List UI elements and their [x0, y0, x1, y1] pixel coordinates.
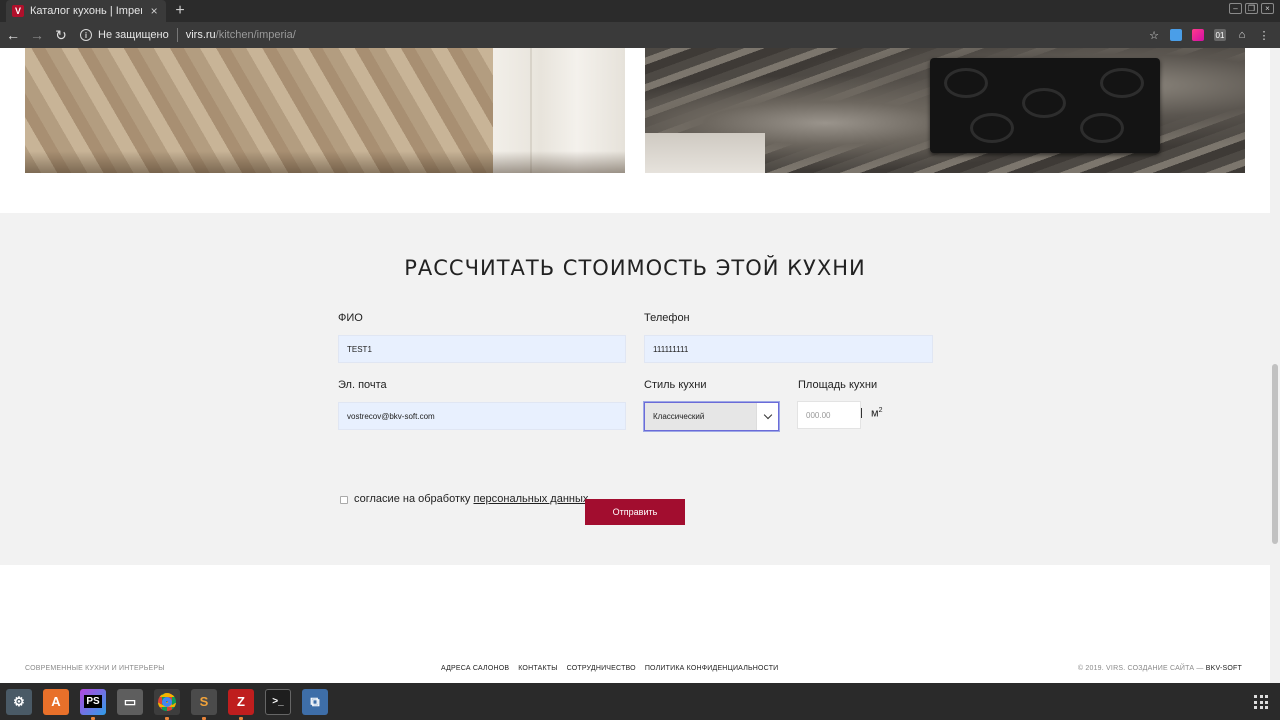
area-input[interactable]: 000.00	[797, 401, 861, 429]
browser-tab[interactable]: V Каталог кухонь | Imperia ×	[6, 0, 166, 22]
browser-tab-bar: V Каталог кухонь | Imperia × + – ❐ ×	[0, 0, 1280, 22]
area-label: Площадь кухни	[798, 379, 878, 391]
page-scrollbar[interactable]	[1270, 48, 1280, 683]
sublime-app-icon[interactable]: S	[191, 688, 217, 720]
footer-link-privacy[interactable]: ПОЛИТИКА КОНФИДЕНЦИАЛЬНОСТИ	[645, 665, 779, 672]
fio-label: ФИО	[338, 312, 363, 324]
text-cursor-icon	[861, 408, 867, 418]
style-label: Стиль кухни	[644, 379, 707, 391]
kitchen-photo-floor	[25, 48, 625, 173]
footer-tagline: СОВРЕМЕННЫЕ КУХНИ И ИНТЕРЬЕРЫ	[25, 665, 165, 672]
close-window-icon[interactable]: ×	[1261, 3, 1274, 14]
info-icon[interactable]: i	[80, 29, 92, 41]
toolbar-actions: ☆ 01 ⌂ ⋮	[1148, 29, 1270, 42]
gas-cooktop	[930, 58, 1160, 153]
burner	[970, 113, 1014, 143]
minimize-icon[interactable]: –	[1229, 3, 1242, 14]
area-unit: м2	[871, 407, 883, 420]
consent-checkbox[interactable]	[340, 496, 348, 504]
kitchen-photo-cooktop	[645, 48, 1245, 173]
phone-label: Телефон	[644, 312, 690, 324]
network-app-icon[interactable]: ⧉	[302, 688, 328, 715]
tab-title: Каталог кухонь | Imperia	[30, 5, 143, 17]
floor-shadow	[25, 151, 625, 173]
extension-3-icon[interactable]: 01	[1214, 29, 1226, 41]
window-controls: – ❐ ×	[1229, 3, 1274, 14]
bookmark-star-icon[interactable]: ☆	[1148, 29, 1160, 42]
browser-toolbar: ← → ↻ i Не защищено virs.ru/kitchen/impe…	[0, 22, 1280, 48]
reload-icon[interactable]: ↻	[50, 24, 72, 46]
style-select-value: Классический	[653, 412, 705, 421]
scroll-thumb[interactable]	[1272, 364, 1278, 544]
chrome-app-icon[interactable]	[154, 688, 180, 720]
omnibox-separator	[176, 28, 178, 42]
phpstorm-app-icon[interactable]: PS	[80, 688, 106, 720]
developer-link[interactable]: BKV-SOFT	[1206, 665, 1242, 672]
address-bar[interactable]: i Не защищено virs.ru/kitchen/imperia/	[80, 24, 1148, 46]
url-host[interactable]: virs.ru	[186, 29, 216, 41]
submit-button[interactable]: Отправить	[585, 499, 685, 525]
chevron-down-icon[interactable]	[756, 403, 778, 430]
email-input[interactable]: vostrecov@bkv-soft.com	[338, 402, 626, 430]
appstore-app-icon[interactable]: A	[43, 688, 69, 715]
tab-close-icon[interactable]: ×	[148, 4, 160, 18]
restore-icon[interactable]: ❐	[1245, 3, 1258, 14]
back-icon[interactable]: ←	[2, 24, 24, 46]
page-viewport: РАССЧИТАТЬ СТОИМОСТЬ ЭТОЙ КУХНИ ФИО TEST…	[0, 48, 1270, 683]
os-taskbar: ⚙ A PS ▭ S Z >_ ⧉	[0, 683, 1280, 720]
extension-4-icon[interactable]: ⌂	[1236, 29, 1248, 41]
forward-icon[interactable]: →	[26, 24, 48, 46]
settings-app-icon[interactable]: ⚙	[6, 688, 32, 715]
burner	[1080, 113, 1124, 143]
phone-input[interactable]: 111111111	[644, 335, 933, 363]
email-label: Эл. почта	[338, 379, 387, 391]
security-label[interactable]: Не защищено	[98, 29, 169, 41]
footer-nav: АДРЕСА САЛОНОВ КОНТАКТЫ СОТРУДНИЧЕСТВО П…	[441, 665, 778, 672]
url-path[interactable]: /kitchen/imperia/	[216, 29, 296, 41]
footer-link-salons[interactable]: АДРЕСА САЛОНОВ	[441, 665, 509, 672]
burner	[1022, 88, 1066, 118]
consent-text: согласие на обработку персональных данны…	[354, 493, 589, 505]
cost-calculator-form: РАССЧИТАТЬ СТОИМОСТЬ ЭТОЙ КУХНИ ФИО TEST…	[0, 213, 1270, 565]
style-select[interactable]: Классический	[644, 402, 779, 431]
app-grid-icon[interactable]	[1254, 695, 1268, 709]
fio-input[interactable]: TEST1	[338, 335, 626, 363]
footer-copyright: © 2019. VIRS. СОЗДАНИЕ САЙТА — BKV-SOFT	[1077, 665, 1242, 672]
privacy-link[interactable]: персональных данных	[473, 493, 588, 505]
footer-link-contacts[interactable]: КОНТАКТЫ	[518, 665, 557, 672]
cabinet-front	[645, 133, 765, 173]
form-title: РАССЧИТАТЬ СТОИМОСТЬ ЭТОЙ КУХНИ	[404, 256, 866, 280]
extension-1-icon[interactable]	[1170, 29, 1182, 41]
burner	[944, 68, 988, 98]
extension-2-icon[interactable]	[1192, 29, 1204, 41]
filezilla-app-icon[interactable]: Z	[228, 688, 254, 720]
files-app-icon[interactable]: ▭	[117, 688, 143, 715]
new-tab-button[interactable]: +	[172, 2, 188, 20]
site-favicon-icon: V	[12, 5, 24, 17]
menu-icon[interactable]: ⋮	[1258, 29, 1270, 42]
terminal-app-icon[interactable]: >_	[265, 688, 291, 715]
footer-link-partnership[interactable]: СОТРУДНИЧЕСТВО	[567, 665, 636, 672]
burner	[1100, 68, 1144, 98]
